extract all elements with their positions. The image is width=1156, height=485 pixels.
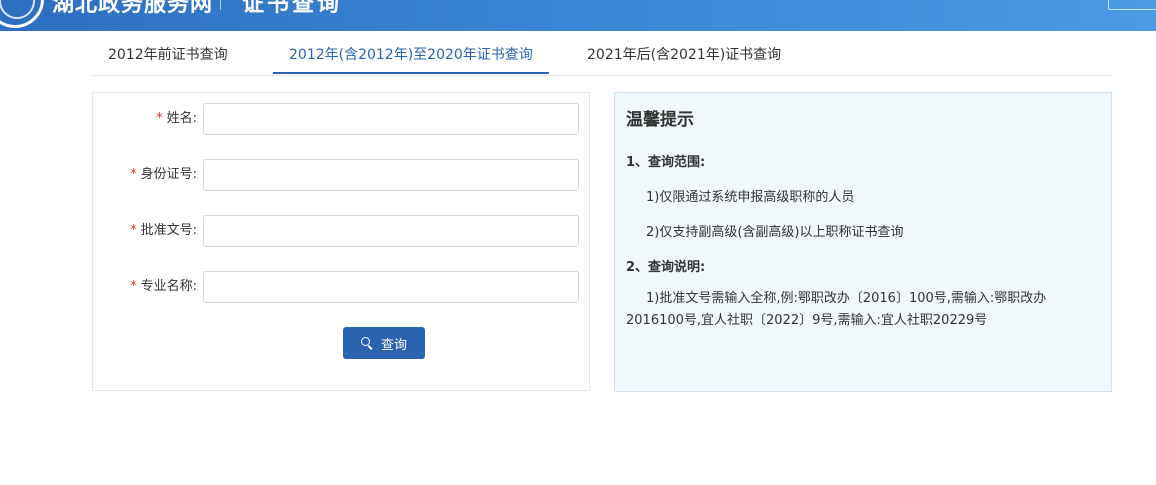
required-mark: * [130, 279, 137, 294]
tips-heading-scope: 1、查询范围: [626, 155, 706, 170]
tab-after-2021[interactable]: 2021年后(含2021年)证书查询 [587, 37, 781, 74]
id-number-input[interactable] [203, 159, 579, 191]
query-form: * 姓名: * 身份证号: * 批准文号: * 专业名称: 查询 [92, 92, 590, 391]
approval-number-label: * 批准文号: [130, 223, 197, 238]
form-row-major-name: * 专业名称: [93, 271, 591, 303]
tips-item: 2)仅支持副高级(含副高级)以上职称证书查询 [646, 225, 904, 240]
tips-paragraph: 1)批准文号需输入全称,例:鄂职改办〔2016〕100号,需输入:鄂职改办201… [626, 291, 1047, 328]
approval-number-input[interactable] [203, 215, 579, 247]
form-row-id-number: * 身份证号: [93, 159, 591, 191]
major-name-input[interactable] [203, 271, 579, 303]
tips-heading-instructions: 2、查询说明: [626, 260, 706, 275]
header-user-button[interactable] [1108, 0, 1156, 10]
tips-item: 1)仅限通过系统申报高级职称的人员 [646, 190, 855, 205]
name-input[interactable] [203, 103, 579, 135]
tab-2012-to-2020[interactable]: 2012年(含2012年)至2020年证书查询 [273, 37, 549, 74]
header-subtitle: 证书查询 [242, 0, 343, 17]
form-row-approval-number: * 批准文号: [93, 215, 591, 247]
query-tabs: 2012年前证书查询 2012年(含2012年)至2020年证书查询 2021年… [92, 37, 1112, 76]
name-label: * 姓名: [156, 111, 197, 126]
major-name-label: * 专业名称: [130, 279, 197, 294]
emblem-icon[interactable] [0, 0, 44, 28]
search-button-label: 查询 [380, 337, 407, 353]
tips-panel: 温馨提示 1、查询范围: 1)仅限通过系统申报高级职称的人员 2)仅支持副高级(… [614, 92, 1112, 392]
top-header: 湖北政务服务网 证书查询 [0, 0, 1156, 31]
search-button[interactable]: 查询 [343, 327, 425, 359]
site-name[interactable]: 湖北政务服务网 [52, 0, 213, 18]
form-row-name: * 姓名: [93, 103, 591, 135]
required-mark: * [130, 167, 137, 182]
tab-before-2012[interactable]: 2012年前证书查询 [108, 37, 228, 74]
id-number-label: * 身份证号: [130, 167, 197, 182]
header-divider [220, 0, 221, 10]
required-mark: * [130, 223, 137, 238]
required-mark: * [156, 111, 163, 126]
tips-title: 温馨提示 [626, 110, 694, 130]
search-icon [360, 337, 373, 349]
